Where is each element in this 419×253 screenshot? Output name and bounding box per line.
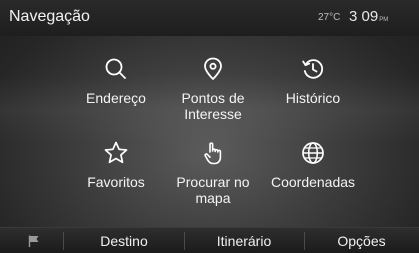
navigation-screen: Navegação 27°C 3 09PM Endereço Pontos de… (0, 0, 419, 253)
tab-destination[interactable]: Destino (64, 228, 184, 253)
clock-time: 3 09 (349, 8, 379, 25)
search-on-map-button[interactable]: Procurar no mapa (157, 140, 269, 206)
star-icon (104, 141, 128, 164)
address-label: Endereço (86, 90, 146, 106)
hand-pointer-icon (204, 142, 222, 165)
globe-icon (302, 142, 324, 164)
top-bar: Navegação 27°C 3 09PM (0, 0, 419, 36)
address-button[interactable]: Endereço (60, 56, 172, 106)
coordinates-button[interactable]: Coordenadas (257, 140, 369, 190)
tab-options[interactable]: Opções (304, 228, 419, 253)
bottom-bar: Destino Itinerário Opções (0, 227, 419, 253)
favorites-label: Favoritos (87, 174, 145, 190)
tab-route[interactable]: Itinerário (184, 228, 304, 253)
page-title: Navegação (9, 8, 90, 25)
history-button[interactable]: Histórico (257, 56, 369, 106)
history-label: Histórico (285, 90, 341, 106)
clock: 3 09PM (349, 8, 388, 25)
search-icon (105, 58, 126, 79)
favorites-button[interactable]: Favoritos (60, 140, 172, 190)
history-clock-icon (302, 59, 324, 79)
coordinates-label: Coordenadas (270, 174, 356, 190)
points-of-interest-button[interactable]: Pontos de Interesse (157, 56, 269, 122)
flag-button[interactable] (22, 228, 46, 253)
clock-ampm: PM (379, 17, 389, 23)
temperature-readout: 27°C (318, 12, 341, 23)
points-of-interest-label: Pontos de Interesse (181, 90, 245, 122)
location-pin-icon (204, 57, 222, 81)
search-on-map-label: Procurar no mapa (176, 174, 250, 206)
flag-icon (28, 235, 39, 247)
